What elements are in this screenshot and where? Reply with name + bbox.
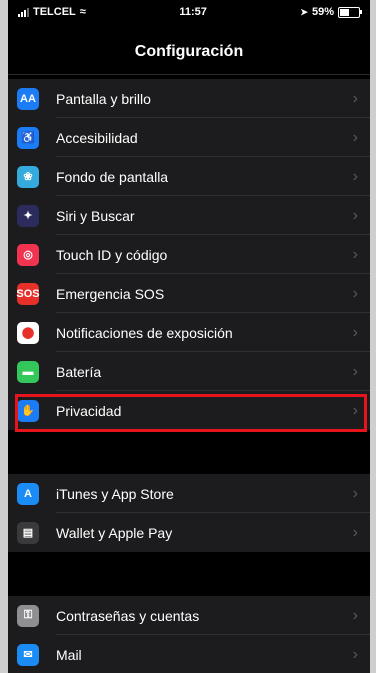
page-title: Configuración [8, 30, 370, 75]
settings-row[interactable]: ▤ Wallet y Apple Pay › [8, 513, 370, 552]
chevron-right-icon: › [352, 128, 358, 146]
settings-row[interactable]: AiTunes y App Store › [8, 474, 370, 513]
status-bar: TELCEL ≈ 11:57 ➤ 59% [8, 0, 370, 24]
app-store-icon: A [17, 482, 39, 505]
settings-row[interactable]: ◎ Touch ID y código › [8, 235, 370, 274]
settings-row[interactable]: ✋ Privacidad › [8, 391, 370, 430]
status-time: 11:57 [179, 6, 207, 18]
settings-row-label: iTunes y App Store [56, 485, 174, 502]
settings-group: ⚿ Contraseñas y cuentas › ✉ Mail › [8, 596, 370, 673]
settings-row-label: Mail [56, 646, 82, 663]
settings-row[interactable]: AA Pantalla y brillo › [8, 79, 370, 118]
settings-row-label: Wallet y Apple Pay [56, 524, 173, 541]
settings-row-label: Pantalla y brillo [56, 90, 151, 107]
group-separator [8, 552, 370, 596]
accessibility-icon: ♿ [17, 126, 39, 149]
chevron-right-icon: › [352, 606, 358, 624]
settings-row-label: Batería [56, 363, 102, 380]
settings-list: AA Pantalla y brillo › ♿ Accesibilidad › ❀ Fond… [8, 79, 370, 673]
phone-screen: TELCEL ≈ 11:57 ➤ 59% Configuración AA Pan… [8, 0, 370, 673]
privacy-hand-icon: ✋ [17, 399, 39, 422]
settings-row[interactable]: ▬ Batería › [8, 352, 370, 391]
wallpaper-icon: ❀ [17, 165, 39, 188]
wallet-icon: ▤ [17, 521, 39, 544]
settings-row-label: Emergencia SOS [56, 285, 165, 302]
settings-row[interactable]: SOS Emergencia SOS › [8, 274, 370, 313]
settings-row[interactable]: ✦ Siri y Buscar › [8, 196, 370, 235]
chevron-right-icon: › [352, 167, 358, 185]
chevron-right-icon: › [352, 645, 358, 663]
settings-row-label: Siri y Buscar [56, 207, 135, 224]
wifi-icon: ≈ [79, 6, 86, 18]
chevron-right-icon: › [352, 362, 358, 380]
settings-group: AA Pantalla y brillo › ♿ Accesibilidad › ❀ Fond… [8, 79, 370, 430]
siri-icon: ✦ [17, 204, 39, 227]
settings-row-label: Fondo de pantalla [56, 168, 169, 185]
chevron-right-icon: › [352, 245, 358, 263]
battery-icon: ▬ [17, 360, 39, 383]
key-icon: ⚿ [17, 604, 39, 627]
chevron-right-icon: › [352, 284, 358, 302]
chevron-right-icon: › [352, 401, 358, 419]
settings-row-label: Touch ID y código [56, 246, 168, 263]
settings-row-label: Privacidad [56, 402, 122, 419]
settings-row[interactable]: ⚿ Contraseñas y cuentas › [8, 596, 370, 635]
settings-row[interactable]: ♿ Accesibilidad › [8, 118, 370, 157]
sos-icon: SOS [16, 282, 40, 305]
settings-row-label: Notificaciones de exposición [56, 324, 233, 341]
battery-status-icon [338, 6, 362, 18]
settings-row[interactable]: ✉ Mail › [8, 635, 370, 673]
signal-icon [18, 7, 29, 17]
chevron-right-icon: › [352, 89, 358, 107]
chevron-right-icon: › [352, 206, 358, 224]
settings-row-label: Accesibilidad [56, 129, 138, 146]
fingerprint-icon: ◎ [17, 243, 39, 266]
chevron-right-icon: › [352, 323, 358, 341]
group-separator [8, 430, 370, 474]
settings-row-label: Contraseñas y cuentas [56, 607, 200, 624]
location-icon: ➤ [300, 6, 308, 17]
chevron-right-icon: › [352, 484, 358, 502]
settings-row[interactable]: ⬤ Notificaciones de exposición › [8, 313, 370, 352]
display-brightness-icon: AA [17, 87, 39, 110]
settings-group: AiTunes y App Store › ▤ Wallet y Apple Pay › [8, 474, 370, 552]
settings-row[interactable]: ❀ Fondo de pantalla › [8, 157, 370, 196]
chevron-right-icon: › [352, 523, 358, 541]
carrier-label: TELCEL [33, 6, 76, 18]
exposure-notification-icon: ⬤ [17, 321, 39, 344]
mail-icon: ✉ [17, 643, 39, 666]
battery-percent: 59% [311, 6, 334, 18]
